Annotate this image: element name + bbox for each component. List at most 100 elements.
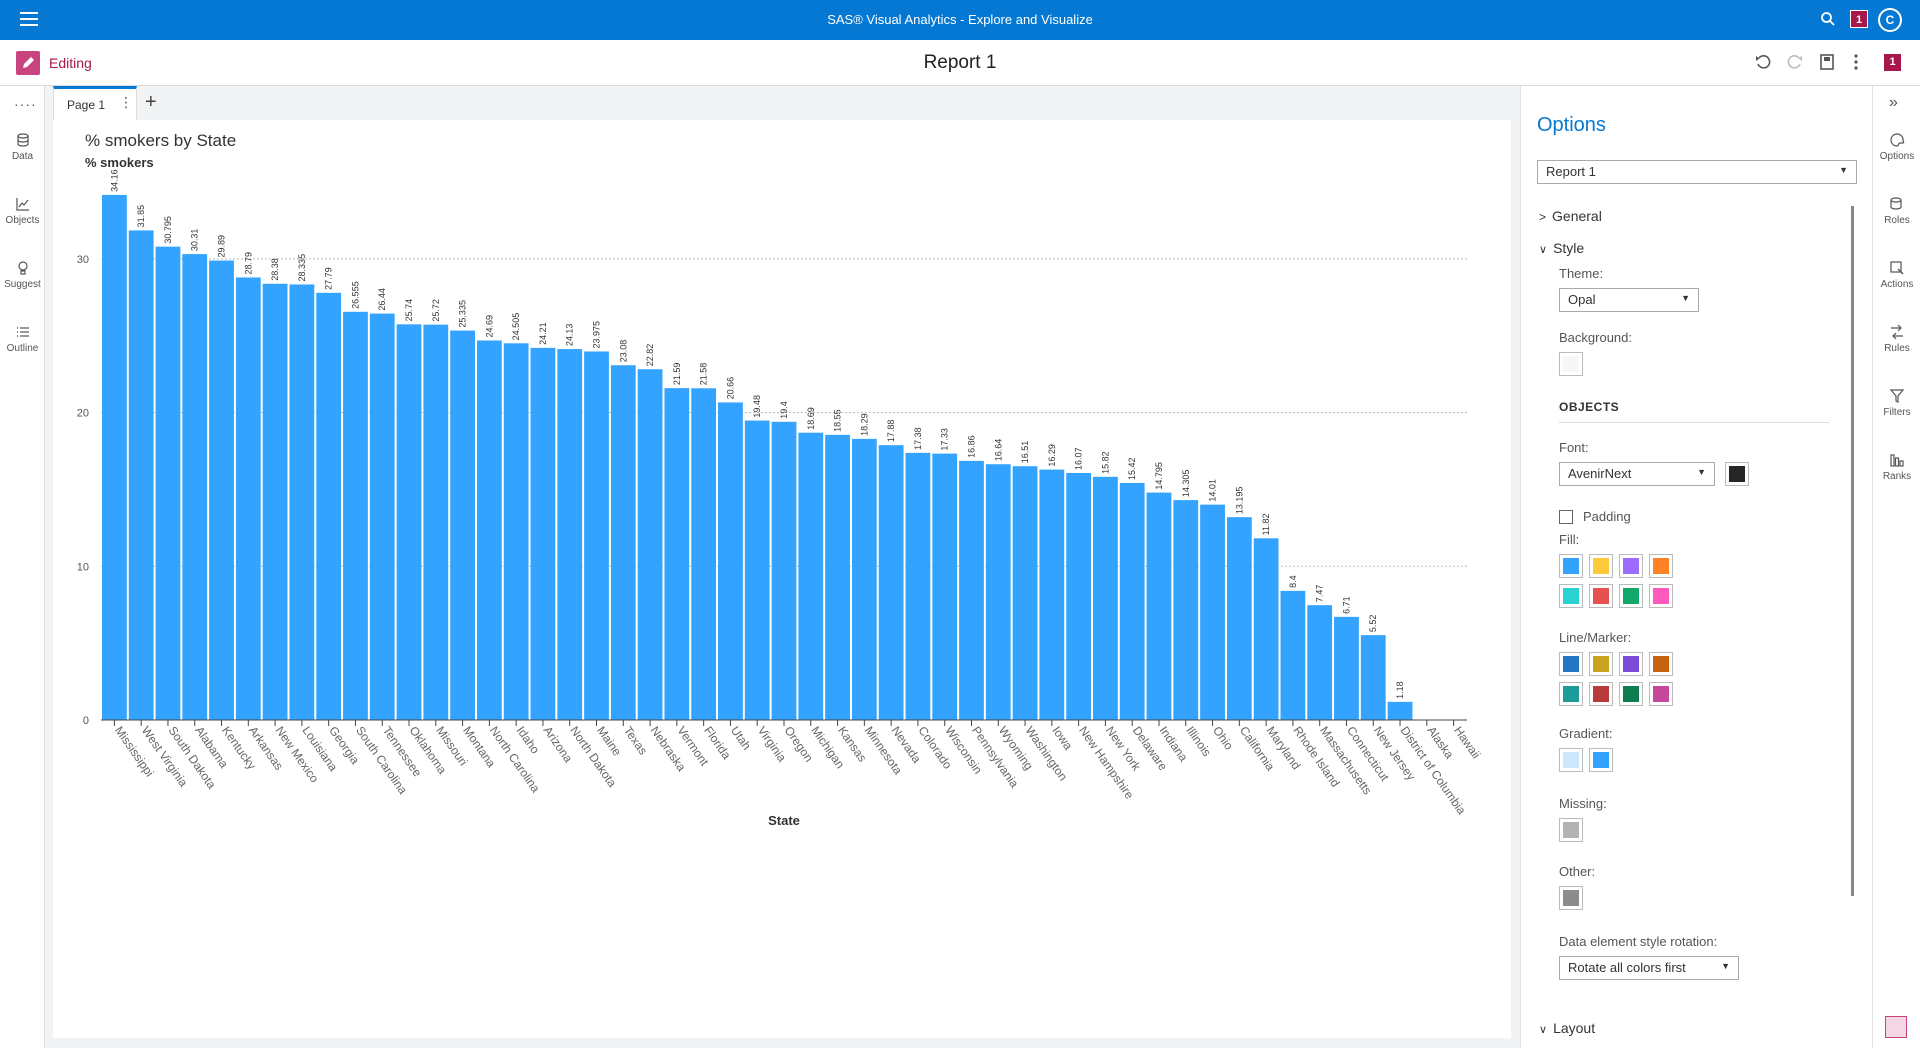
data-label: 7.47	[1315, 585, 1325, 603]
data-label: 24.505	[511, 313, 521, 341]
search-icon[interactable]	[1820, 11, 1836, 27]
data-label: 23.975	[592, 321, 602, 349]
font-color-swatch[interactable]	[1725, 462, 1749, 486]
gradient-color-swatch[interactable]	[1589, 748, 1613, 772]
section-style-label: Style	[1553, 240, 1585, 256]
rail-item-objects[interactable]: Objects	[0, 196, 45, 226]
fill-color-swatch[interactable]	[1619, 584, 1643, 608]
rail-label: Outline	[6, 343, 39, 354]
line-color-swatch[interactable]	[1619, 652, 1643, 676]
y-tick-label: 30	[77, 254, 89, 266]
data-label: 28.79	[243, 252, 253, 275]
bar	[289, 284, 315, 720]
rail-item-ranks[interactable]: Ranks	[1873, 452, 1920, 482]
save-icon[interactable]	[1818, 53, 1836, 71]
bar	[1226, 517, 1252, 720]
undo-icon[interactable]	[1754, 53, 1772, 71]
line-color-swatch[interactable]	[1589, 682, 1613, 706]
rail-label: Objects	[5, 215, 40, 226]
data-label: 24.69	[484, 315, 494, 338]
rail-item-roles[interactable]: Roles	[1873, 196, 1920, 226]
redo-icon[interactable]	[1786, 53, 1804, 71]
theme-select[interactable]: Opal ▼	[1559, 288, 1699, 312]
padding-checkbox[interactable]	[1559, 510, 1573, 524]
bar	[1200, 504, 1225, 720]
other-color-swatch[interactable]	[1559, 886, 1583, 910]
chevron-down-icon: ∨	[1539, 1024, 1548, 1036]
data-label: 27.79	[324, 267, 334, 290]
section-layout[interactable]: ∨ Layout	[1539, 1020, 1595, 1036]
rail-item-rules[interactable]: Rules	[1873, 324, 1920, 354]
bar	[905, 452, 931, 720]
fill-color-swatch[interactable]	[1649, 554, 1673, 578]
rotation-select[interactable]: Rotate all colors first ▼	[1559, 956, 1739, 980]
data-label: 26.555	[350, 281, 360, 309]
x-tick-label: Hawaii	[1451, 724, 1483, 762]
rail-label: Ranks	[1882, 471, 1912, 482]
line-color-swatch[interactable]	[1559, 652, 1583, 676]
bar-chart[interactable]: % smokers by State % smokers 0 10 20 30 34.…	[53, 120, 1511, 1038]
y-axis-ticks: 0 10 20 30	[77, 254, 89, 727]
rail-item-options[interactable]: Options	[1873, 132, 1920, 162]
add-page-button[interactable]: +	[145, 91, 157, 114]
rail-item-suggest[interactable]: Suggest	[0, 260, 45, 290]
line-color-swatch[interactable]	[1619, 682, 1643, 706]
rail-item-filters[interactable]: Filters	[1873, 388, 1920, 418]
rules-icon	[1891, 324, 1903, 340]
missing-color-swatch[interactable]	[1559, 818, 1583, 842]
bar	[985, 464, 1011, 720]
fill-color-swatch[interactable]	[1589, 554, 1613, 578]
more-icon[interactable]: ····	[14, 96, 37, 112]
fill-color-swatch[interactable]	[1649, 584, 1673, 608]
object-select[interactable]: Report 1 ▼	[1537, 160, 1857, 184]
gradient-color-swatch[interactable]	[1559, 748, 1583, 772]
rail-item-data[interactable]: Data	[0, 132, 45, 162]
user-avatar[interactable]: C	[1878, 8, 1902, 32]
line-color-swatch[interactable]	[1649, 652, 1673, 676]
chart-icon	[15, 198, 29, 211]
bar	[610, 365, 636, 720]
fill-color-swatch[interactable]	[1619, 554, 1643, 578]
palette-icon	[1890, 133, 1905, 147]
fill-color-swatch[interactable]	[1589, 584, 1613, 608]
bar	[343, 311, 368, 720]
fill-color-swatch[interactable]	[1559, 584, 1583, 608]
bar	[744, 420, 770, 720]
object-select-value: Report 1	[1546, 164, 1596, 179]
bar	[1280, 590, 1306, 720]
bar	[825, 434, 850, 720]
data-label: 34.16	[109, 169, 119, 192]
notification-badge[interactable]: 1	[1850, 10, 1868, 28]
bar	[1146, 492, 1172, 720]
collapse-pane-icon[interactable]: »	[1889, 94, 1898, 112]
more-options-icon[interactable]	[1852, 53, 1860, 71]
rail-item-actions[interactable]: Actions	[1873, 260, 1920, 290]
data-label: 21.58	[699, 363, 709, 386]
rail-item-outline[interactable]: Outline	[0, 324, 45, 354]
bar	[584, 351, 609, 720]
rail-label: Suggest	[4, 279, 41, 290]
section-style[interactable]: ∨ Style	[1539, 240, 1584, 256]
bar	[637, 369, 663, 720]
options-scrollbar[interactable]	[1851, 206, 1854, 896]
line-color-swatch[interactable]	[1559, 682, 1583, 706]
data-label: 30.31	[190, 229, 200, 252]
data-label: 25.74	[404, 299, 414, 322]
pin-icon[interactable]	[1885, 1016, 1907, 1038]
fill-color-swatch[interactable]	[1559, 554, 1583, 578]
tab-label: Page 1	[67, 98, 106, 112]
font-select[interactable]: AvenirNext ▼	[1559, 462, 1715, 486]
data-label: 17.38	[913, 427, 923, 450]
toolbar-badge[interactable]: 1	[1884, 54, 1901, 71]
tab-menu-icon[interactable]: ⋮	[119, 94, 133, 111]
y-tick-label: 0	[83, 715, 89, 727]
bar	[691, 388, 717, 720]
line-color-swatch[interactable]	[1589, 652, 1613, 676]
section-general[interactable]: > General	[1539, 208, 1602, 224]
data-label: 26.44	[377, 288, 387, 311]
app-header: SAS® Visual Analytics - Explore and Visu…	[0, 0, 1920, 40]
background-color-swatch[interactable]	[1559, 352, 1583, 376]
divider	[1559, 422, 1829, 423]
rail-label: Data	[11, 151, 34, 162]
line-color-swatch[interactable]	[1649, 682, 1673, 706]
